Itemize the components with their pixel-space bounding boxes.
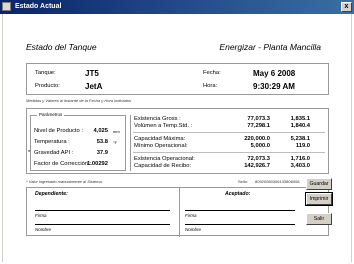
volume-bbl: 3,403.0 — [290, 163, 310, 169]
sello-label: Sello: — [238, 179, 249, 184]
volume-gal: 220,000.0 — [244, 136, 270, 142]
firma-line — [35, 210, 170, 211]
signature-panel: Dependiente: Firma Nombre Aceptado: Firm… — [26, 187, 329, 237]
volume-gal: 77,073.3 — [247, 116, 270, 122]
nombre-label: Nombre — [185, 227, 202, 232]
firma-line — [185, 210, 295, 211]
manual-note: * Valor ingresado manualmente al Sistema… — [26, 179, 103, 184]
param-value: 4,025 — [93, 128, 108, 134]
param-value: 53.8 — [96, 139, 108, 145]
plant-title: Energizar - Planta Mancilla — [219, 42, 321, 52]
volume-label: Capacidad Máxima: — [134, 136, 186, 142]
hora-value: 9:30:29 AM — [253, 82, 295, 91]
fecha-label: Fecha: — [203, 70, 221, 76]
panel-divider — [130, 115, 131, 171]
param-value: 1.00292 — [87, 161, 108, 167]
volume-bbl: 5,238.1 — [290, 136, 310, 142]
volume-bbl: 119.0 — [295, 143, 310, 149]
volume-label: Capacidad de Recibo: — [134, 163, 192, 169]
nombre-label: Nombre — [35, 227, 52, 232]
row-divider — [133, 132, 325, 133]
hora-label: Hora: — [203, 83, 218, 89]
firma-label: Firma — [185, 213, 197, 218]
fecha-value: May 6 2008 — [253, 69, 296, 78]
salir-button[interactable]: Salir — [306, 213, 332, 225]
volume-bbl: 1,840.4 — [290, 123, 310, 129]
volume-gal: 142,926.7 — [244, 163, 270, 169]
imprimir-button[interactable]: Imprimir — [305, 192, 333, 206]
param-unit: mm — [113, 129, 120, 134]
app-icon — [2, 2, 11, 11]
param-unit: °F — [113, 140, 118, 145]
volume-label: Volúmen a Temp.Std. : — [134, 123, 193, 129]
param-label: Factor de Corrección : — [34, 161, 92, 167]
page-title: Estado del Tanque — [26, 42, 97, 52]
volume-gal: 5,000.0 — [250, 143, 270, 149]
producto-label: Producto: — [35, 83, 60, 89]
firma-label: Firma — [35, 213, 47, 218]
row-divider — [133, 152, 325, 153]
param-value: 37.9 — [96, 150, 108, 156]
param-label: Nivel de Producto : — [34, 128, 83, 134]
volume-bbl: 1,835.1 — [290, 116, 310, 122]
nombre-line — [35, 224, 170, 225]
dependiente-title: Dependiente: — [35, 191, 68, 197]
params-group: Parámetros Nivel de Producto : 4,025 mm … — [28, 112, 126, 171]
volume-gal: 77,298.1 — [247, 123, 270, 129]
volume-gal: 72,073.3 — [247, 156, 270, 162]
signature-divider — [179, 188, 180, 237]
volume-label: Existencia Operacional: — [134, 156, 195, 162]
tanque-label: Tanque: — [35, 70, 56, 76]
sello-value: 80920080306133806008 — [255, 179, 300, 184]
measures-note: Medidas y Valores al instante de la Fech… — [26, 98, 132, 103]
title-bar: Estado Actual x — [0, 0, 354, 14]
close-button[interactable]: x — [341, 2, 352, 12]
window-title: Estado Actual — [15, 3, 62, 10]
data-panel: Parámetros Nivel de Producto : 4,025 mm … — [26, 108, 329, 174]
manual-marker: * — [28, 150, 31, 156]
volume-label: Mínimo Operacional: — [134, 143, 188, 149]
volume-bbl: 1,716.0 — [290, 156, 310, 162]
volume-label: Existencia Gross : — [134, 116, 181, 122]
producto-value: JetA — [85, 82, 103, 91]
param-label: Temperatura : — [34, 139, 70, 145]
tanque-value: JT5 — [85, 69, 99, 78]
tank-info-panel: Tanque: JT5 Producto: JetA Fecha: May 6 … — [26, 63, 329, 95]
params-legend: Parámetros — [37, 112, 65, 117]
nombre-line — [185, 224, 295, 225]
aceptado-title: Aceptado: — [225, 191, 251, 197]
guardar-button[interactable]: Guardar — [306, 178, 332, 190]
param-label: Gravedad API : — [34, 150, 74, 156]
